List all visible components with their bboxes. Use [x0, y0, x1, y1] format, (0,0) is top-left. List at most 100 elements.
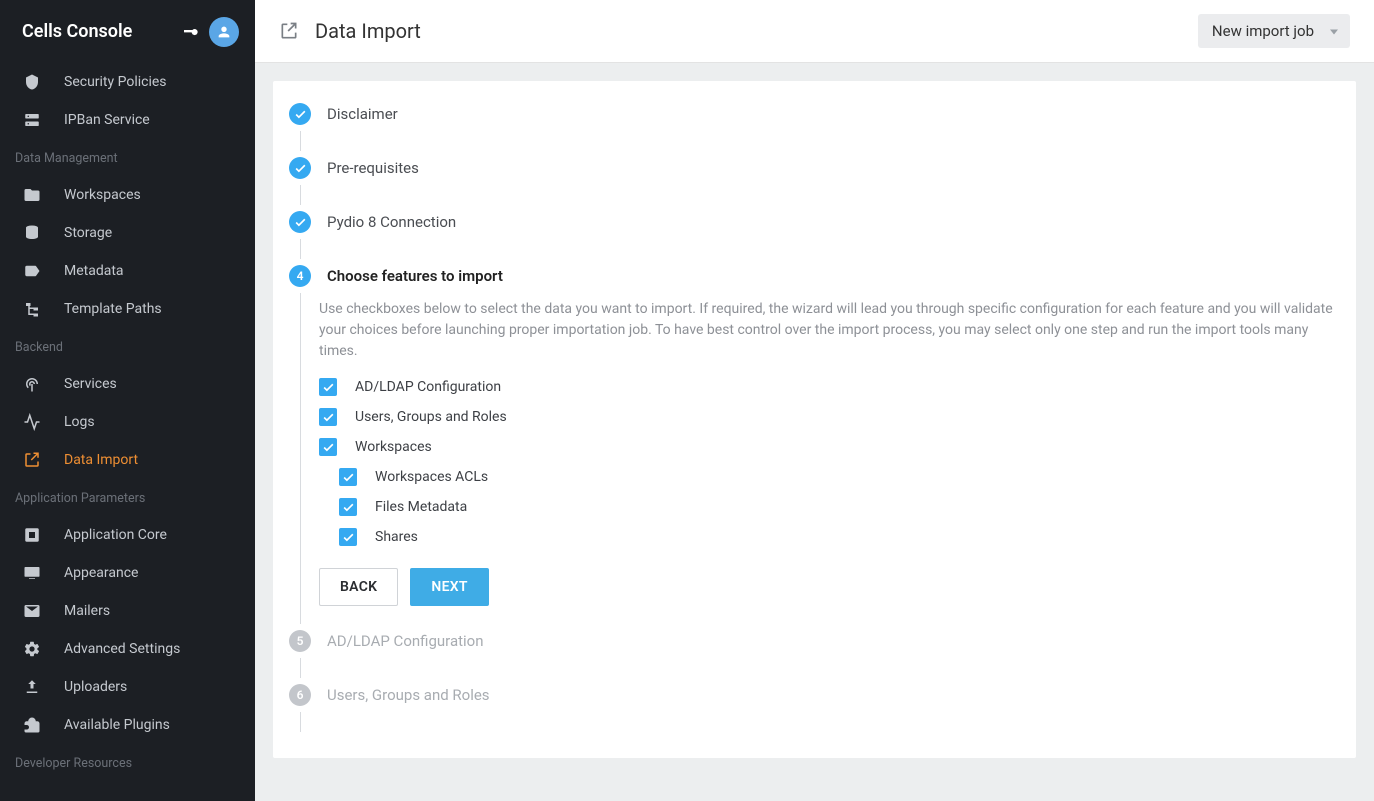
check-icon [289, 157, 311, 179]
step-head[interactable]: Pre-requisites [287, 151, 1342, 185]
main: Data Import New import job Disclaimer Pre… [255, 0, 1374, 801]
import-icon [279, 21, 299, 41]
step-head[interactable]: 5 AD/LDAP Configuration [287, 624, 1342, 658]
sidebar-item-application-core[interactable]: Application Core [0, 516, 255, 554]
sidebar-item-label: Appearance [64, 565, 138, 581]
check-icon [289, 103, 311, 125]
sidebar-item-label: Template Paths [64, 301, 162, 317]
sidebar-item-data-import[interactable]: Data Import [0, 441, 255, 479]
checkbox-label: Workspaces [355, 439, 432, 455]
sidebar-item-workspaces[interactable]: Workspaces [0, 176, 255, 214]
mail-icon [22, 602, 42, 620]
step-head[interactable]: Disclaimer [287, 97, 1342, 131]
dropdown-label: New import job [1212, 22, 1314, 40]
checkbox[interactable] [319, 438, 337, 456]
check-icon [289, 211, 311, 233]
step-title: Disclaimer [327, 105, 398, 123]
sidebar-item-label: Metadata [64, 263, 124, 279]
check-row: Users, Groups and Roles [319, 408, 1342, 426]
check-row: AD/LDAP Configuration [319, 378, 1342, 396]
step-description: Use checkboxes below to select the data … [319, 299, 1342, 362]
step-title: Pre-requisites [327, 159, 419, 177]
step-number: 6 [289, 684, 311, 706]
sidebar-item-label: Workspaces [64, 187, 141, 203]
step-number: 4 [289, 265, 311, 287]
step-title: Pydio 8 Connection [327, 213, 456, 231]
topbar: Data Import New import job [255, 0, 1374, 63]
avatar[interactable] [209, 17, 239, 47]
gear-icon [22, 640, 42, 658]
check-row: Shares [339, 528, 1342, 546]
step-title: Choose features to import [327, 267, 503, 285]
sidebar-item-advanced-settings[interactable]: Advanced Settings [0, 630, 255, 668]
database-icon [22, 224, 42, 242]
folder-icon [22, 186, 42, 204]
sidebar-group-data-management: Data Management [0, 139, 255, 176]
sidebar-item-label: Services [64, 376, 117, 392]
sidebar-item-metadata[interactable]: Metadata [0, 252, 255, 290]
sidebar-item-available-plugins[interactable]: Available Plugins [0, 706, 255, 744]
step-5: 5 AD/LDAP Configuration [287, 624, 1342, 678]
shield-icon [22, 73, 42, 91]
step-head[interactable]: Pydio 8 Connection [287, 205, 1342, 239]
tree-icon [22, 300, 42, 318]
step-title: AD/LDAP Configuration [327, 632, 484, 650]
sidebar-header: Cells Console ━● [0, 0, 255, 63]
sidebar-group-developer-resources: Developer Resources [0, 744, 255, 781]
sidebar-item-label: Available Plugins [64, 717, 170, 733]
back-button[interactable]: Back [319, 568, 398, 606]
upload-icon [22, 678, 42, 696]
appcore-icon [22, 526, 42, 544]
checkbox[interactable] [319, 378, 337, 396]
plugin-icon [22, 716, 42, 734]
sidebar-item-label: IPBan Service [64, 112, 150, 128]
step-6: 6 Users, Groups and Roles [287, 678, 1342, 732]
step-number: 5 [289, 630, 311, 652]
sidebar-item-ipban-service[interactable]: IPBan Service [0, 101, 255, 139]
antenna-icon [22, 375, 42, 393]
checkbox[interactable] [339, 498, 357, 516]
sidebar-item-storage[interactable]: Storage [0, 214, 255, 252]
sidebar-item-logs[interactable]: Logs [0, 403, 255, 441]
sidebar-group-backend: Backend [0, 328, 255, 365]
checkbox[interactable] [339, 528, 357, 546]
new-import-dropdown[interactable]: New import job [1198, 14, 1350, 48]
page-title: Data Import [315, 19, 421, 43]
sidebar-item-template-paths[interactable]: Template Paths [0, 290, 255, 328]
tags-icon [22, 262, 42, 280]
step-2: Pre-requisites [287, 151, 1342, 205]
sidebar-item-label: Application Core [64, 527, 167, 543]
sidebar-item-security-policies[interactable]: Security Policies [0, 63, 255, 101]
sidebar-item-mailers[interactable]: Mailers [0, 592, 255, 630]
sidebar-item-label: Storage [64, 225, 112, 241]
sidebar-group-application-parameters: Application Parameters [0, 479, 255, 516]
wizard-card: Disclaimer Pre-requisites Pydio 8 Connecti… [273, 81, 1356, 758]
pulse-icon [22, 413, 42, 431]
check-row: Workspaces [319, 438, 1342, 456]
step-1: Disclaimer [287, 97, 1342, 151]
sidebar-item-label: Mailers [64, 603, 110, 619]
sidebar-item-appearance[interactable]: Appearance [0, 554, 255, 592]
next-button[interactable]: Next [410, 568, 488, 606]
sidebar-item-label: Security Policies [64, 74, 167, 90]
checkbox[interactable] [339, 468, 357, 486]
sidebar-item-label: Advanced Settings [64, 641, 180, 657]
sidebar-item-uploaders[interactable]: Uploaders [0, 668, 255, 706]
server-icon [22, 111, 42, 129]
step-title: Users, Groups and Roles [327, 686, 490, 704]
sidebar: Cells Console ━● Security Policies IPBan … [0, 0, 255, 801]
checkbox-label: Files Metadata [375, 499, 467, 515]
import-icon [22, 451, 42, 469]
step-3: Pydio 8 Connection [287, 205, 1342, 259]
check-row: Files Metadata [339, 498, 1342, 516]
step-4: 4 Choose features to import Use checkboxes… [287, 259, 1342, 624]
checkbox-label: Workspaces ACLs [375, 469, 488, 485]
toggle-icon[interactable]: ━● [184, 23, 197, 40]
sidebar-item-services[interactable]: Services [0, 365, 255, 403]
sidebar-item-label: Data Import [64, 452, 138, 468]
checkbox-label: AD/LDAP Configuration [355, 379, 501, 395]
checkbox[interactable] [319, 408, 337, 426]
checkbox-label: Shares [375, 529, 418, 545]
sidebar-item-label: Logs [64, 414, 95, 430]
step-head[interactable]: 6 Users, Groups and Roles [287, 678, 1342, 712]
